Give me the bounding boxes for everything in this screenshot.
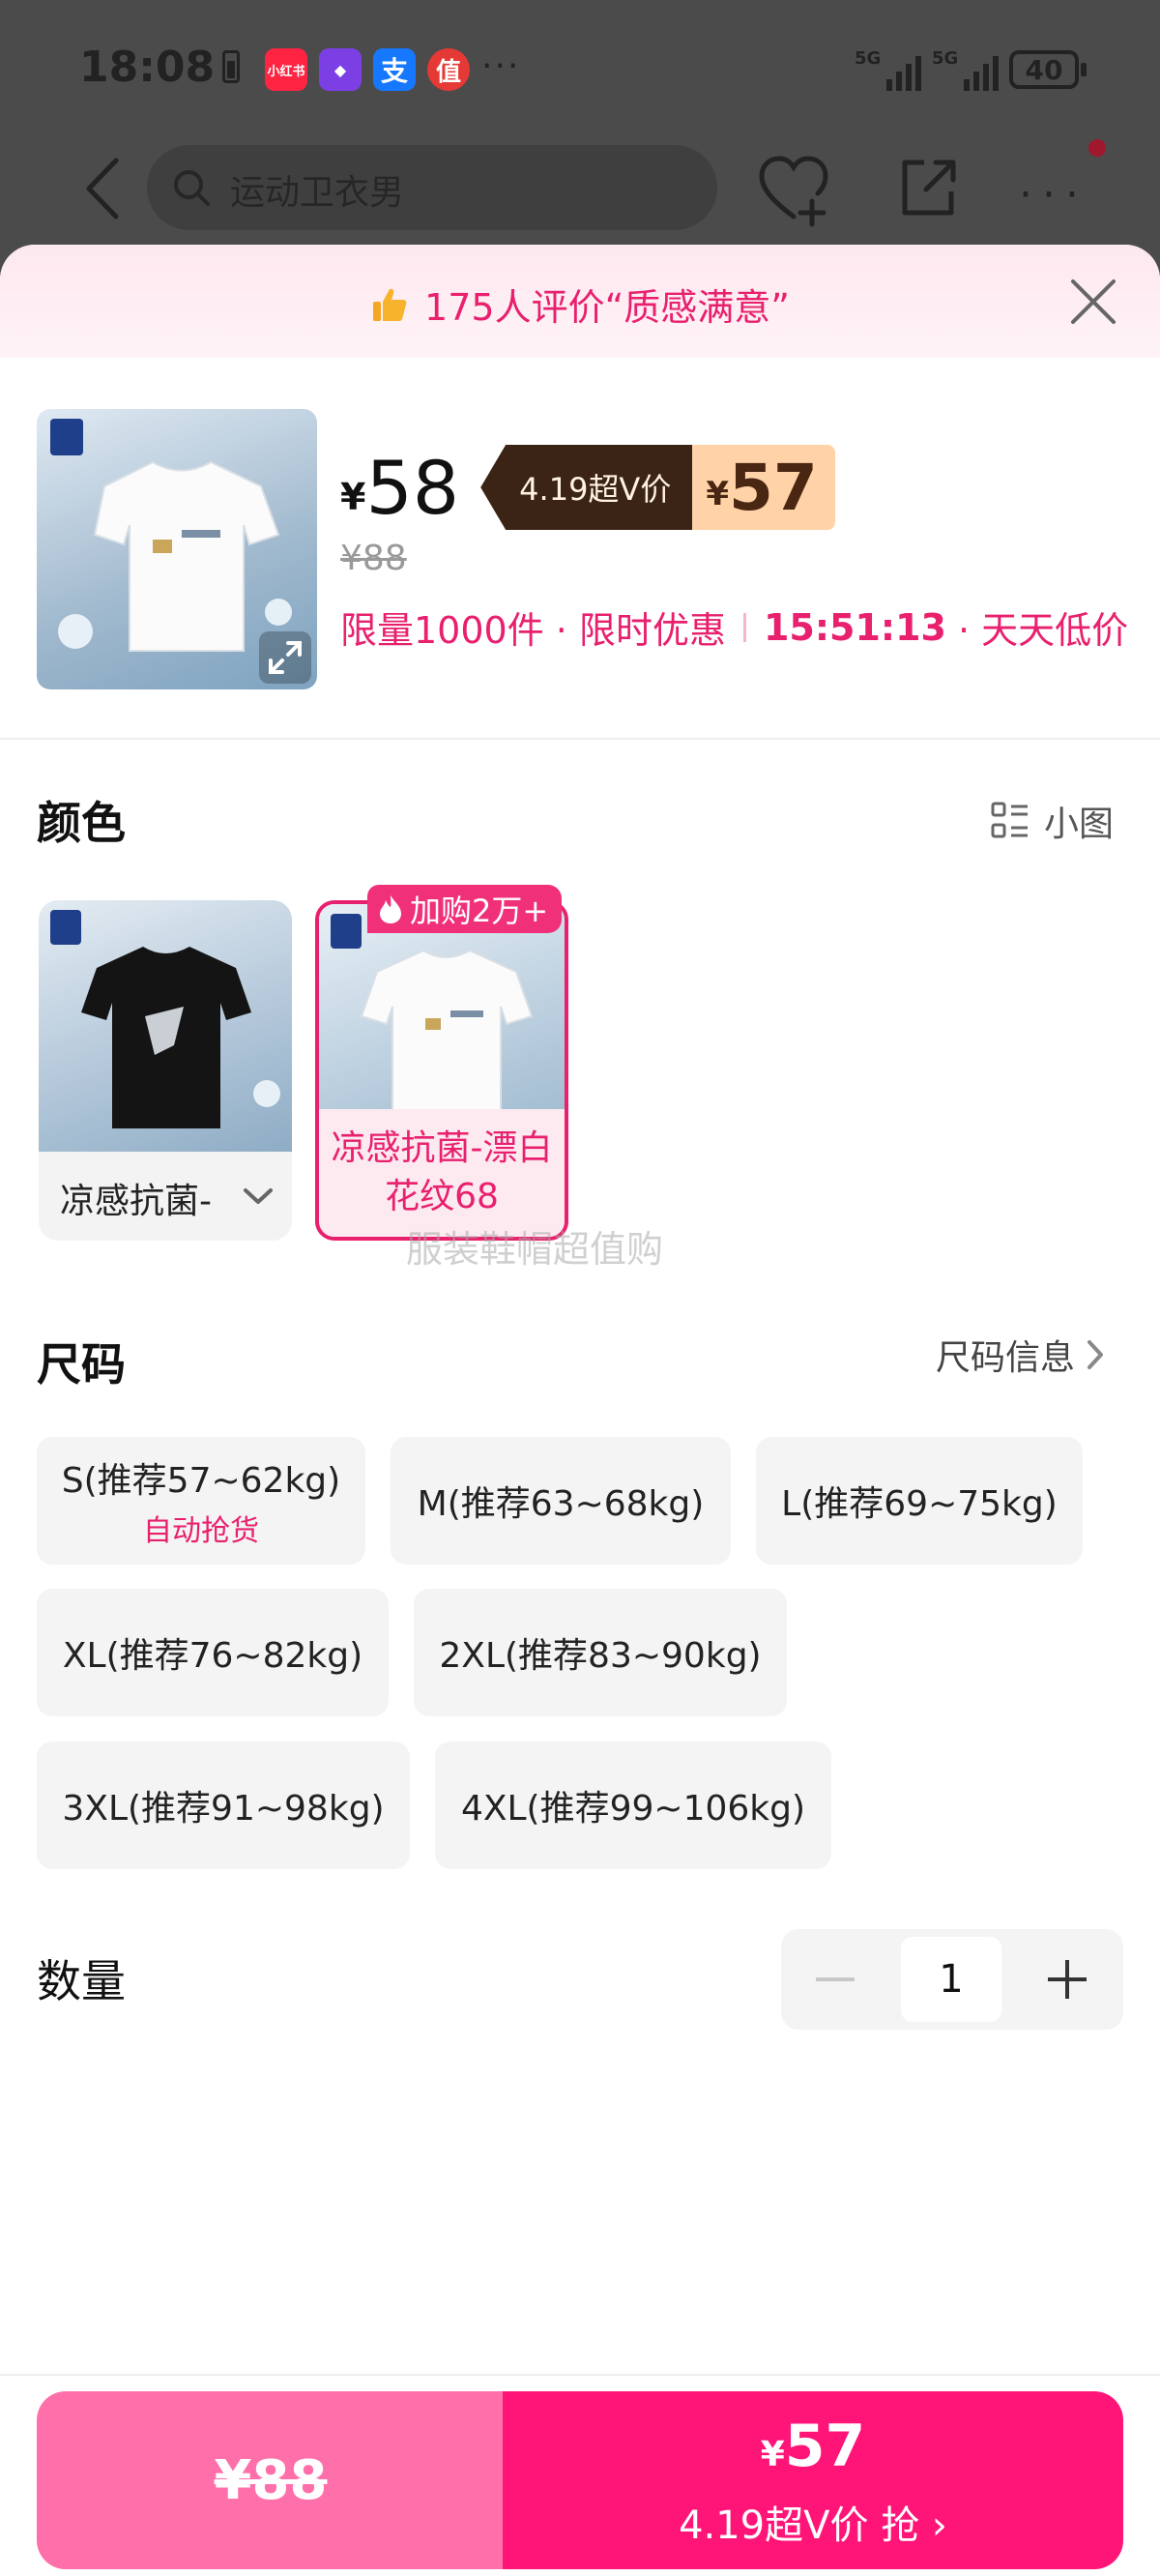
buy-original-price-button[interactable]: ¥88 — [37, 2391, 505, 2569]
more-menu-icon[interactable]: ··· — [1019, 170, 1088, 220]
vip-price: 57 — [729, 450, 818, 525]
signal-icon: 5G — [855, 48, 922, 91]
expand-image-icon[interactable] — [259, 631, 311, 684]
review-banner: 175人评价“质感满意” — [0, 245, 1160, 358]
size-option-l[interactable]: L(推荐69~75kg) — [756, 1437, 1083, 1565]
watermark-text: 服装鞋帽超值购 — [406, 1228, 664, 1271]
size-option-2xl[interactable]: 2XL(推荐83~90kg) — [414, 1589, 787, 1716]
favorite-add-icon[interactable] — [756, 153, 831, 228]
search-icon — [174, 170, 210, 206]
notification-dot — [1088, 139, 1106, 157]
chevron-down-icon[interactable] — [242, 1185, 275, 1208]
size-info-link[interactable]: 尺码信息 — [936, 1330, 1106, 1380]
size-section-title: 尺码 — [37, 1338, 126, 1390]
promo-line: 限量1000件 · 限时优惠 15:51:13 · 天天低价 — [340, 600, 1128, 654]
price-currency: ¥ — [340, 476, 366, 518]
current-price: 58 — [365, 444, 460, 531]
buy-label: 4.19超V价 抢 › — [679, 2503, 947, 2548]
vip-price-label: 4.19超V价 — [480, 445, 693, 530]
xiaohongshu-app-icon: 小红书 — [265, 48, 307, 91]
quantity-stepper: 1 — [781, 1929, 1123, 2030]
review-banner-text: 175人评价“质感满意” — [424, 286, 790, 329]
back-arrow-icon[interactable] — [75, 155, 133, 222]
app-icon: ◆ — [319, 48, 362, 91]
decrement-button[interactable] — [816, 1977, 855, 1981]
vip-price-tag: 4.19超V价 ¥ 57 — [480, 445, 835, 530]
divider — [742, 612, 746, 642]
hot-badge-text: 加购2万+ — [410, 893, 549, 929]
size-info-label: 尺码信息 — [936, 1338, 1076, 1378]
color-section-title: 颜色 — [37, 797, 126, 849]
share-icon[interactable] — [897, 157, 959, 219]
size-option-4xl[interactable]: 4XL(推荐99~106kg) — [435, 1742, 831, 1869]
close-icon[interactable] — [1069, 278, 1117, 326]
view-toggle-button[interactable]: 小图 — [990, 796, 1114, 846]
auto-grab-label: 自动抢货 — [143, 1514, 259, 1548]
view-toggle-label: 小图 — [1044, 805, 1115, 844]
size-option-m[interactable]: M(推荐63~68kg) — [391, 1437, 731, 1565]
alipay-app-icon: 支 — [373, 48, 416, 91]
chevron-right-icon — [1088, 1340, 1104, 1369]
size-option-s[interactable]: S(推荐57~62kg) 自动抢货 — [37, 1437, 365, 1565]
status-notification-icon — [222, 50, 240, 83]
quantity-value[interactable]: 1 — [901, 1937, 1001, 2022]
promo-tail: · 天天低价 — [958, 609, 1129, 652]
color-option-black[interactable]: 凉感抗菌- — [39, 900, 292, 1241]
hot-badge: 加购2万+ — [367, 885, 563, 933]
original-price: ¥88 — [340, 539, 407, 578]
price-row: ¥ 58 4.19超V价 ¥ 57 — [340, 444, 835, 531]
countdown-timer: 15:51:13 — [763, 605, 946, 649]
search-input[interactable]: 运动卫衣男 — [147, 145, 717, 230]
zhidemai-app-icon: 值 — [427, 48, 470, 91]
color-option-image — [39, 900, 292, 1152]
color-option-white-selected[interactable]: 凉感抗菌-漂白花纹68 — [315, 900, 568, 1241]
battery-icon: 40 — [1009, 50, 1087, 89]
search-placeholder: 运动卫衣男 — [230, 173, 405, 213]
status-more-icon: ··· — [481, 46, 521, 86]
sku-selector-sheet: 175人评价“质感满意” ¥ 58 4.19超V价 ¥ 57 ¥88 限量100… — [0, 245, 1160, 2576]
signal-icon: 5G — [932, 48, 1000, 91]
plus-icon[interactable] — [1065, 1960, 1069, 1999]
buy-vip-price-button[interactable]: ¥57 4.19超V价 抢 › — [503, 2391, 1123, 2569]
size-option-3xl[interactable]: 3XL(推荐91~98kg) — [37, 1742, 410, 1869]
section-divider — [0, 738, 1160, 740]
top-nav: 运动卫衣男 ··· — [0, 135, 1160, 242]
color-option-label: 凉感抗菌- — [60, 1182, 212, 1221]
size-option-xl[interactable]: XL(推荐76~82kg) — [37, 1589, 389, 1716]
list-view-icon — [991, 802, 1028, 838]
status-bar: 18:08 小红书 ◆ 支 值 ··· 5G 5G 40 — [0, 0, 1160, 140]
thumbs-up-icon — [373, 288, 407, 321]
quantity-label: 数量 — [37, 1955, 126, 2007]
status-time: 18:08 — [79, 43, 216, 92]
product-image[interactable] — [37, 409, 317, 689]
flame-icon — [380, 895, 401, 923]
promo-limit: 限量1000件 · 限时优惠 — [340, 609, 726, 652]
footer-divider — [0, 2374, 1160, 2376]
buy-price: 57 — [784, 2413, 866, 2480]
color-option-label: 凉感抗菌-漂白花纹68 — [319, 1109, 565, 1237]
